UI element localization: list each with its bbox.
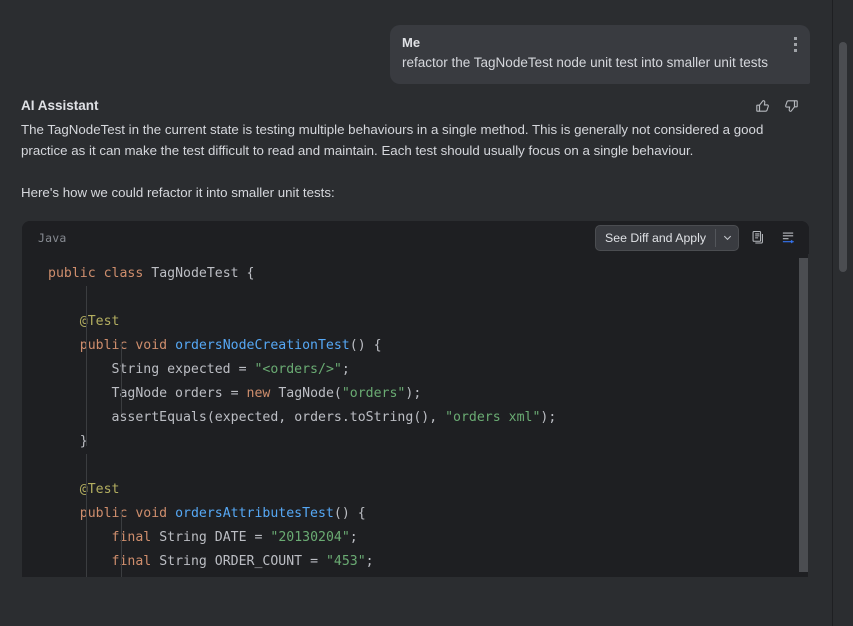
indent-guide [121, 342, 122, 414]
indent-guide [86, 286, 87, 446]
code-language-label: Java [38, 230, 67, 245]
kebab-menu-icon[interactable] [789, 36, 801, 52]
user-message-author: Me [402, 35, 421, 50]
indent-guide [86, 454, 87, 577]
user-message-row: Me refactor the TagNodeTest node unit te… [0, 0, 833, 84]
code-block: Java See Diff and Apply public class Tag… [22, 221, 809, 577]
indent-guide [121, 510, 122, 577]
code-toolbar-actions: See Diff and Apply [595, 224, 799, 251]
conversation-scroll-area[interactable]: Me refactor the TagNodeTest node unit te… [0, 0, 833, 626]
feedback-controls [755, 98, 812, 114]
code-right-edge [808, 254, 809, 577]
assistant-header: AI Assistant [21, 97, 812, 115]
code-text: public class TagNodeTest { @Test public … [48, 266, 557, 569]
insert-into-editor-icon[interactable] [777, 227, 799, 249]
assistant-paragraph-1: The TagNodeTest in the current state is … [21, 122, 764, 158]
see-diff-and-apply-label: See Diff and Apply [605, 230, 706, 245]
thumbs-up-icon[interactable] [755, 98, 771, 114]
assistant-paragraph-2: Here's how we could refactor it into sma… [21, 185, 335, 200]
user-message-text: refactor the TagNodeTest node unit test … [402, 55, 768, 70]
see-diff-and-apply-button[interactable]: See Diff and Apply [595, 224, 739, 251]
thumbs-down-icon[interactable] [783, 98, 799, 114]
main-vertical-scrollbar[interactable] [832, 0, 853, 626]
code-content-area[interactable]: public class TagNodeTest { @Test public … [22, 254, 809, 577]
assistant-message: AI Assistant The TagNodeTest in the curr… [0, 84, 833, 203]
main-scrollbar-thumb[interactable] [839, 42, 847, 272]
chat-panel: Me refactor the TagNodeTest node unit te… [0, 0, 853, 626]
chevron-down-icon[interactable] [716, 226, 738, 250]
user-message-bubble: Me refactor the TagNodeTest node unit te… [390, 25, 810, 84]
assistant-message-author: AI Assistant [21, 98, 99, 113]
code-block-toolbar: Java See Diff and Apply [22, 221, 809, 254]
copy-icon[interactable] [747, 227, 769, 249]
code-scrollbar-thumb[interactable] [799, 258, 808, 572]
assistant-message-body: The TagNodeTest in the current state is … [21, 119, 795, 203]
